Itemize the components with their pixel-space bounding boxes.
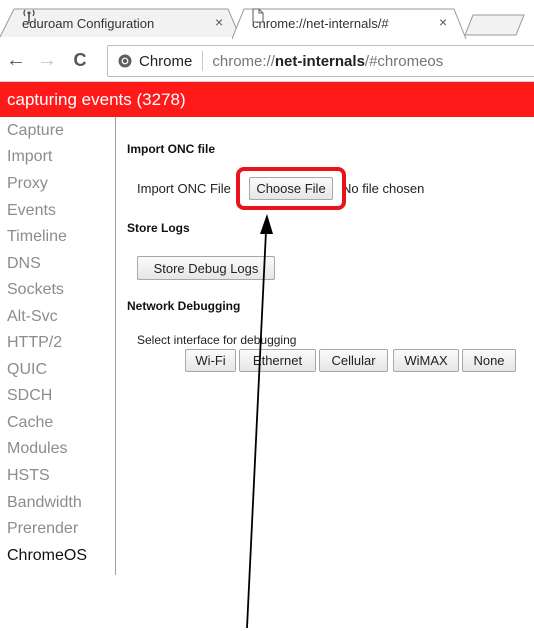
annotation-arrow — [246, 214, 273, 629]
